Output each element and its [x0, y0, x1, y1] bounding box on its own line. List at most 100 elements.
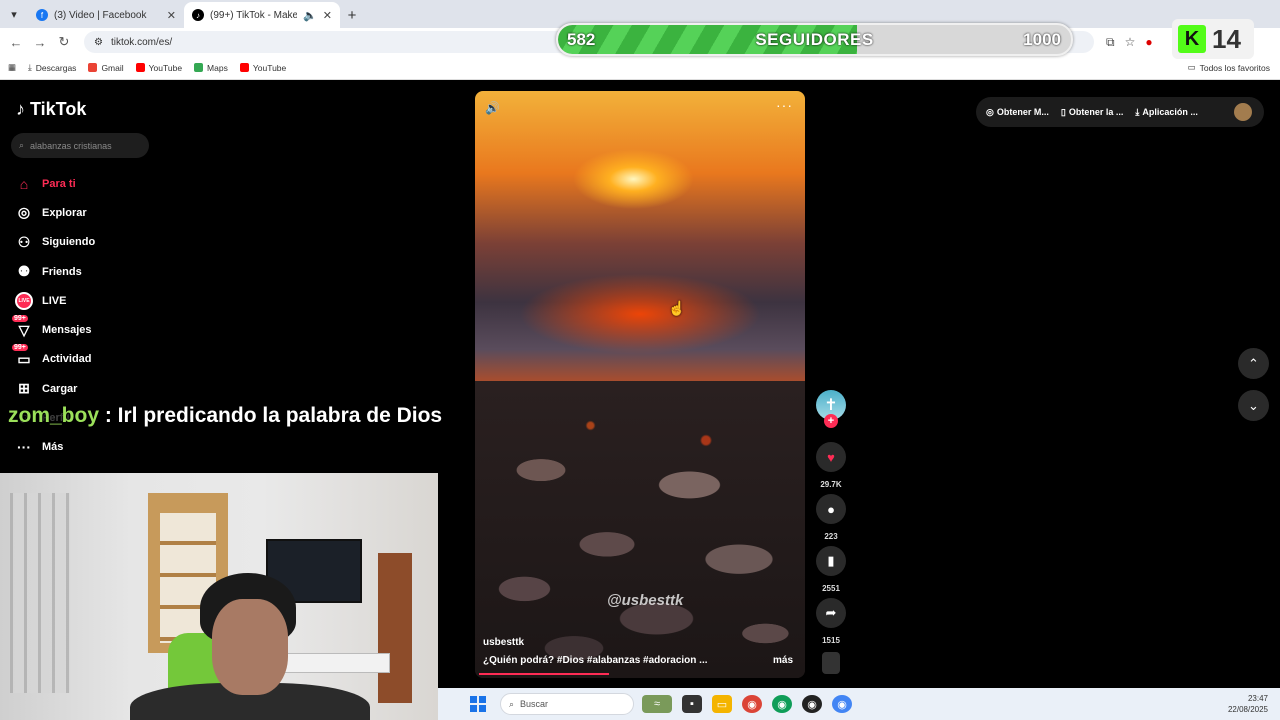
tab-facebook[interactable]: f (3) Video | Facebook ✕ [28, 2, 184, 28]
button-label: Obtener M... [996, 107, 1049, 117]
sidebar-item-actividad[interactable]: ▭ 99+ Actividad [12, 344, 95, 374]
bookmark-youtube-2[interactable]: YouTube [239, 63, 286, 73]
share-icon[interactable]: ➦ [816, 598, 846, 628]
get-coins-button[interactable]: ◎ Obtener M... [986, 107, 1049, 118]
tab-title: (3) Video | Facebook [54, 9, 147, 21]
star-icon[interactable]: ☆ [1125, 35, 1136, 49]
button-label: Aplicación ... [1142, 107, 1198, 117]
sidebar-item-label: Mensajes [42, 324, 92, 337]
gmail-icon [88, 63, 98, 72]
chrome-profile-icon[interactable]: ◉ [772, 695, 792, 713]
like-action[interactable]: ♥ 29.7K [816, 442, 846, 489]
sidebar-item-live[interactable]: LIVE LIVE [15, 286, 95, 315]
caption-more-button[interactable]: más [773, 655, 793, 666]
music-disc-icon[interactable] [822, 652, 840, 674]
bookmark-gmail[interactable]: Gmail [88, 62, 124, 73]
bookmarks-bar: ▦ ⤓ Descargas Gmail YouTube Maps YouTube … [0, 56, 1280, 80]
kick-viewer-count: 14 [1212, 23, 1241, 54]
more-icon: ··· [17, 439, 31, 456]
sidebar-item-cargar[interactable]: ⊞ Cargar [15, 374, 95, 403]
reload-icon[interactable]: ↻ [54, 32, 74, 52]
bookmark-descargas[interactable]: ⤓ Descargas [28, 62, 76, 73]
home-icon: ⌂ [19, 175, 29, 192]
chrome-icon[interactable]: ◉ [742, 695, 762, 713]
bookmark-label: YouTube [148, 62, 183, 73]
search-icon: ⌕ [19, 140, 25, 150]
apps-icon[interactable]: ▦ [8, 62, 16, 73]
sidebar-item-label: Friends [42, 265, 82, 278]
windows-start-icon[interactable] [470, 696, 486, 712]
video-username[interactable]: usbesttk [483, 637, 524, 648]
sidebar-item-label: Cargar [42, 382, 78, 395]
bookmark-icon[interactable]: ▮ [816, 546, 846, 576]
task-view-icon[interactable]: ▪ [682, 695, 702, 713]
followers-goal: 1000 [1023, 30, 1061, 49]
bookmark-maps[interactable]: Maps [194, 63, 228, 73]
coin-icon: ◎ [986, 106, 994, 117]
webcam-feed [0, 473, 438, 720]
obs-icon[interactable]: ◉ [802, 695, 822, 713]
live-icon: LIVE [15, 291, 33, 310]
tiktok-logo[interactable]: ♪ TikTok [16, 99, 86, 120]
site-info-icon[interactable]: ⚙ [94, 37, 103, 48]
video-player[interactable]: 🔊 ··· @usbesttk usbesttk ¿Quién podrá? #… [475, 91, 805, 678]
sidebar-item-para-ti[interactable]: ⌂ Para ti [15, 169, 95, 198]
sidebar-item-mensajes[interactable]: ▽ 99+ Mensajes [12, 315, 95, 344]
followers-label: SEGUIDORES [755, 30, 874, 49]
bookmark-label: Gmail [101, 62, 124, 73]
opera-icon[interactable]: ● [1145, 35, 1152, 49]
windows-taskbar: ⌕ Buscar ≈ ▪ ▭ ◉ ◉ ◉ ◉ 23:47 22/08/2025 [438, 688, 1280, 720]
get-app-button[interactable]: ▯ Obtener la ... [1061, 107, 1123, 118]
back-icon[interactable]: ← [6, 32, 26, 52]
close-icon[interactable]: ✕ [323, 9, 332, 22]
desktop-app-button[interactable]: ⤓ Aplicación ... [1135, 107, 1198, 118]
sidebar-item-friends[interactable]: ⚉ Friends [15, 257, 95, 286]
widget-icon[interactable]: ≈ [642, 695, 672, 713]
search-input[interactable]: ⌕ alabanzas cristianas [11, 133, 149, 158]
sidebar-item-mas[interactable]: ··· Más [15, 433, 95, 462]
volume-icon[interactable]: 🔊 [485, 101, 500, 115]
more-options-icon[interactable]: ··· [776, 97, 793, 113]
close-icon[interactable]: ✕ [167, 9, 176, 22]
upload-icon: ⊞ [18, 380, 30, 397]
top-right-actions: ◎ Obtener M... ▯ Obtener la ... ⤓ Aplicació… [976, 97, 1264, 127]
tab-search-icon[interactable]: ▾ [0, 0, 28, 28]
system-clock[interactable]: 23:47 22/08/2025 [1228, 693, 1268, 715]
heart-icon[interactable]: ♥ [816, 442, 846, 472]
url-text: tiktok.com/es/ [110, 36, 173, 48]
new-tab-button[interactable]: + [340, 2, 364, 28]
follow-plus-button[interactable]: + [824, 414, 838, 428]
webcam-window [10, 493, 70, 693]
video-progress-bar[interactable] [479, 673, 609, 675]
next-video-button[interactable]: ⌄ [1238, 390, 1269, 421]
bookmark-youtube[interactable]: YouTube [135, 62, 183, 73]
bookmark-label: Descargas [35, 62, 77, 73]
previous-video-button[interactable]: ⌃ [1238, 348, 1269, 379]
user-avatar[interactable] [1234, 103, 1252, 121]
file-explorer-icon[interactable]: ▭ [712, 695, 732, 713]
video-stones-scene [475, 381, 805, 678]
save-count: 2551 [822, 584, 840, 593]
tiktok-note-icon: ♪ [16, 99, 25, 119]
followers-goal-bar: 582 SEGUIDORES 1000 [556, 23, 1073, 56]
download-icon: ⤓ [1135, 106, 1140, 117]
comment-action[interactable]: ● 223 [816, 494, 846, 541]
clock-date: 22/08/2025 [1227, 705, 1268, 714]
webcam-door [378, 553, 412, 703]
sidebar-item-siguiendo[interactable]: ⚇ Siguiendo [15, 228, 95, 257]
share-action[interactable]: ➦ 1515 [816, 598, 846, 645]
sidebar-item-label: Actividad [42, 353, 92, 366]
taskbar-search-input[interactable]: ⌕ Buscar [500, 693, 634, 715]
install-icon[interactable]: ⧉ [1106, 35, 1115, 50]
forward-icon[interactable]: → [30, 32, 50, 52]
sidebar-item-explorar[interactable]: ◎ Explorar [15, 198, 95, 227]
notification-badge: 99+ [12, 344, 28, 352]
tab-tiktok[interactable]: ♪ (99+) TikTok - Make Your Day 🔈 ✕ [184, 2, 340, 28]
save-action[interactable]: ▮ 2551 [816, 546, 846, 593]
youtube-icon [239, 63, 249, 72]
all-bookmarks[interactable]: ▭ Todos los favoritos [1188, 62, 1270, 73]
speaker-icon[interactable]: 🔈 [303, 9, 317, 22]
chrome-alt-icon[interactable]: ◉ [832, 695, 852, 713]
comment-icon[interactable]: ● [816, 494, 846, 524]
maps-icon [194, 63, 204, 72]
